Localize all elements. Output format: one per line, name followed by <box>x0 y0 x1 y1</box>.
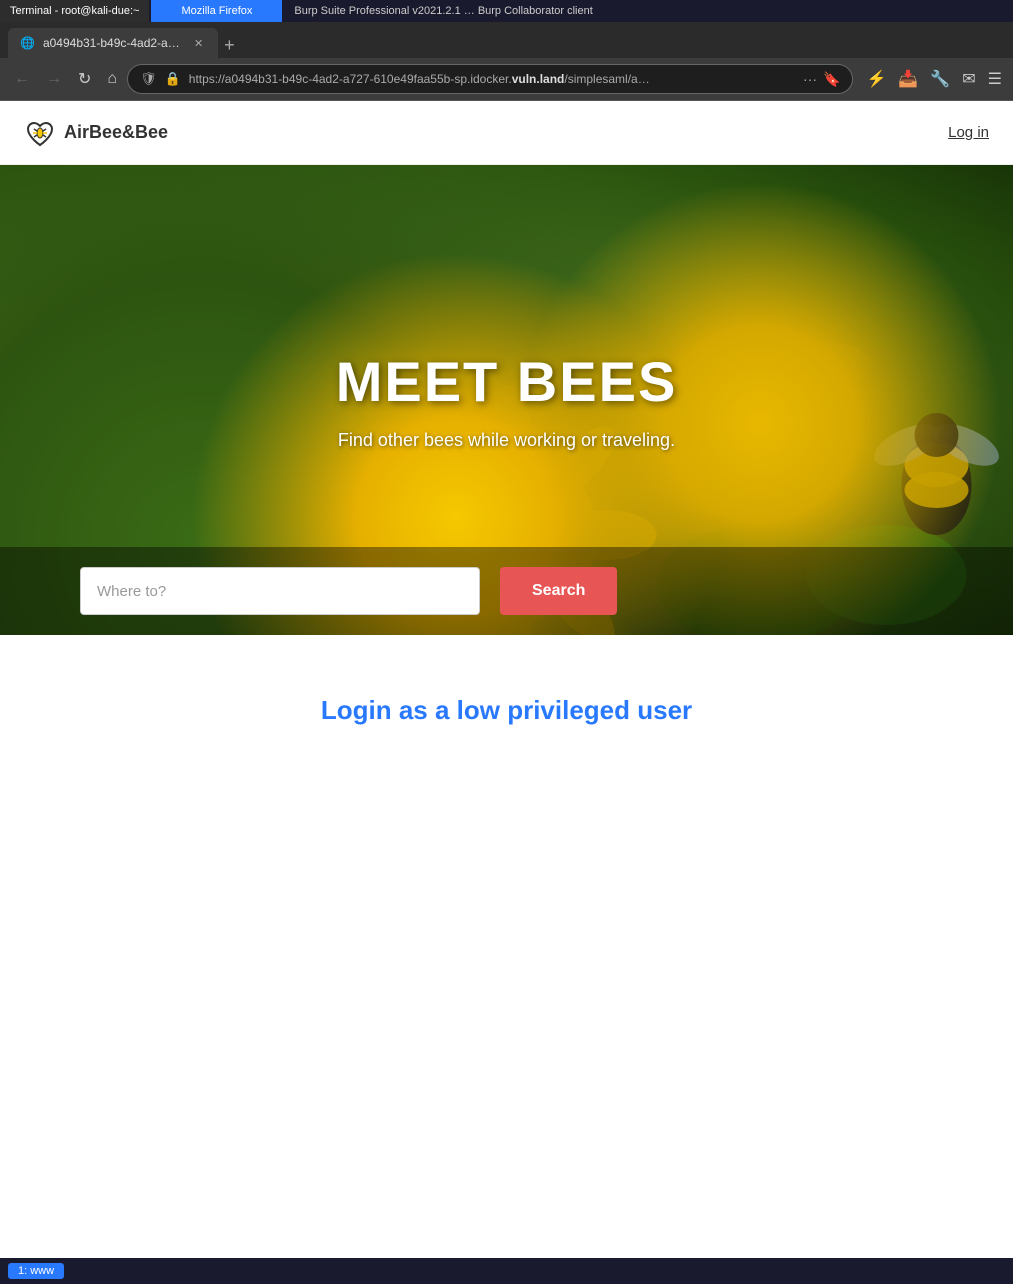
more-options-icon[interactable]: ··· <box>803 71 817 87</box>
reload-button[interactable]: ↻ <box>72 65 97 93</box>
firefox-label: Mozilla Firefox <box>181 5 252 17</box>
main-content: Login as a low privileged user <box>0 635 1013 1135</box>
forward-button[interactable]: → <box>40 66 68 92</box>
browser-toolbar: ⚡ 📥 🔧 ✉ ☰ <box>863 66 1005 92</box>
hero-subtitle: Find other bees while working or traveli… <box>338 430 675 451</box>
site-navbar: AirBee&Bee Log in <box>0 101 1013 165</box>
burp-taskbar-item[interactable]: Burp Suite Professional v2021.2.1 … Burp… <box>284 0 602 22</box>
browser-tabs-bar: 🌐 a0494b31-b49c-4ad2-a727 ✕ + <box>0 22 1013 58</box>
browser-tab-active[interactable]: 🌐 a0494b31-b49c-4ad2-a727 ✕ <box>8 28 218 58</box>
bookmark-icon[interactable]: 🔖 <box>823 71 840 88</box>
extensions-icon[interactable]: ⚡ <box>863 66 889 92</box>
hero-section: MEET BEES Find other bees while working … <box>0 165 1013 635</box>
terminal-label: Terminal - root@kali-due:~ <box>10 5 139 17</box>
search-area: Search <box>0 547 1013 635</box>
url-pre: https://a0494b31-b49c-4ad2-a727-610e49fa… <box>189 72 512 86</box>
back-button[interactable]: ← <box>8 66 36 92</box>
browser-navigation-bar: ← → ↻ ⌂ 🛡 🔒 https://a0494b31-b49c-4ad2-a… <box>0 58 1013 100</box>
where-to-input[interactable] <box>80 567 480 615</box>
browser-chrome: 🌐 a0494b31-b49c-4ad2-a727 ✕ + ← → ↻ ⌂ 🛡 … <box>0 22 1013 101</box>
url-post: /simplesaml/a… <box>564 72 649 86</box>
address-bar[interactable]: 🛡 🔒 https://a0494b31-b49c-4ad2-a727-610e… <box>127 64 853 94</box>
website-content: AirBee&Bee Log in <box>0 101 1013 1135</box>
downloads-icon[interactable]: 📥 <box>895 66 921 92</box>
burp-label: Burp Suite Professional v2021.2.1 … Burp… <box>294 5 592 17</box>
tab-title: a0494b31-b49c-4ad2-a727 <box>43 36 183 50</box>
new-tab-button[interactable]: + <box>224 36 235 54</box>
terminal-taskbar-item[interactable]: Terminal - root@kali-due:~ <box>0 0 149 22</box>
hero-title: MEET BEES <box>336 349 678 414</box>
taskbar-www-item[interactable]: 1: www <box>8 1263 64 1279</box>
mail-icon[interactable]: ✉ <box>959 66 978 92</box>
firefox-taskbar-item[interactable]: Mozilla Firefox <box>151 0 282 22</box>
logo-icon <box>24 117 56 149</box>
url-display: https://a0494b31-b49c-4ad2-a727-610e49fa… <box>189 72 797 86</box>
login-link[interactable]: Log in <box>948 124 989 141</box>
site-logo: AirBee&Bee <box>24 117 168 149</box>
url-bold-part: vuln.land <box>512 72 565 86</box>
security-shield-icon: 🛡 <box>140 71 157 87</box>
settings-icon[interactable]: 🔧 <box>927 66 953 92</box>
address-bar-icons: ··· 🔖 <box>803 71 840 88</box>
home-button[interactable]: ⌂ <box>101 66 123 92</box>
os-taskbar: Terminal - root@kali-due:~ Mozilla Firef… <box>0 0 1013 22</box>
low-priv-user-link[interactable]: Login as a low privileged user <box>321 695 692 726</box>
bottom-taskbar: 1: www <box>0 1258 1013 1284</box>
tab-favicon: 🌐 <box>20 36 35 50</box>
search-button[interactable]: Search <box>500 567 617 615</box>
logo-text: AirBee&Bee <box>64 122 168 143</box>
menu-icon[interactable]: ☰ <box>985 66 1005 92</box>
lock-icon: 🔒 <box>165 71 181 87</box>
tab-close-button[interactable]: ✕ <box>191 36 206 51</box>
